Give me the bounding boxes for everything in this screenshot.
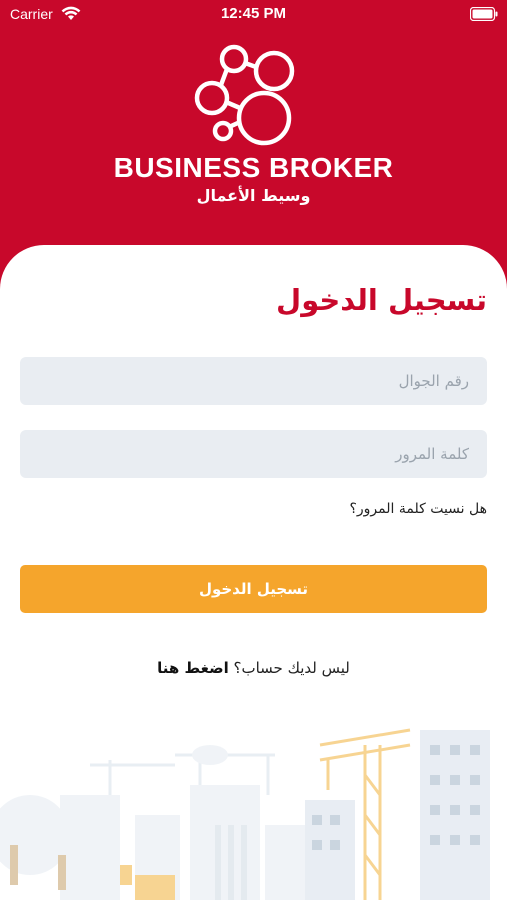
signup-prompt: ليس لديك حساب؟ اضغط هنا xyxy=(0,659,507,677)
construction-illustration xyxy=(0,728,490,900)
login-button[interactable]: تسجيل الدخول xyxy=(20,565,487,613)
logo-circles-icon xyxy=(194,44,295,146)
brand-name-en: BUSINESS BROKER xyxy=(113,152,394,183)
password-input[interactable] xyxy=(20,430,487,478)
status-time: 12:45 PM xyxy=(220,5,287,22)
status-bar: Carrier 12:45 PM xyxy=(0,0,507,30)
login-card: تسجيل الدخول هل نسيت كلمة المرور؟ تسجيل … xyxy=(0,245,507,900)
forgot-password-link[interactable]: هل نسيت كلمة المرور؟ xyxy=(349,501,487,517)
no-account-text: ليس لديك حساب؟ xyxy=(233,659,350,677)
phone-input[interactable] xyxy=(20,357,487,405)
brand-name-ar: وسيط الأعمال xyxy=(196,186,311,205)
signup-link[interactable]: اضغط هنا xyxy=(157,659,229,677)
page-title: تسجيل الدخول xyxy=(276,283,487,317)
battery-icon xyxy=(470,7,498,21)
